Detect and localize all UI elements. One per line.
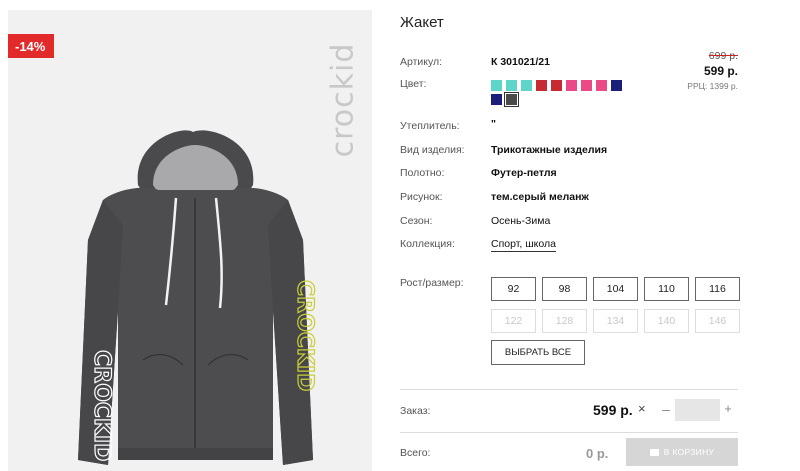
fabric-label: Полотно: [400, 167, 445, 179]
size-label: Рост/размер: [400, 277, 464, 289]
price-current: 599 р. [703, 64, 738, 78]
product-image: CROCKID CROCKID [78, 130, 318, 465]
collection-label: Коллекция: [400, 238, 455, 250]
order-label: Заказ: [400, 405, 431, 417]
price-rrc: РРЦ: 1399 р. [687, 81, 738, 91]
price-old: 699 р. [708, 50, 738, 62]
color-swatch[interactable] [611, 80, 622, 91]
color-swatch[interactable] [551, 80, 562, 91]
size-button[interactable]: 104 [593, 277, 638, 301]
add-to-cart-label: В КОРЗИНУ [663, 447, 715, 457]
order-amount: 599 р. [593, 402, 633, 418]
size-button-unavailable: 128 [542, 309, 587, 333]
pattern-label: Рисунок: [400, 191, 443, 203]
color-swatch[interactable] [504, 92, 519, 107]
type-value: Трикотажные изделия [491, 144, 608, 156]
product-image-panel[interactable]: -14% crockid CROCKID CROCKID [8, 10, 372, 471]
article-value: К 301021/21 [491, 56, 550, 68]
total-amount: 0 р. [586, 446, 609, 461]
fabric-value: Футер-петля [491, 167, 557, 179]
pattern-value: тем.серый меланж [491, 191, 589, 203]
size-button-unavailable: 122 [491, 309, 536, 333]
quantity-plus-button[interactable]: + [721, 398, 735, 420]
article-label: Артикул: [400, 56, 443, 68]
discount-badge: -14% [8, 34, 55, 58]
color-swatch[interactable] [536, 80, 547, 91]
color-swatch[interactable] [596, 80, 607, 91]
times-icon: × [638, 401, 646, 416]
color-swatch[interactable] [491, 80, 502, 91]
svg-text:CROCKID: CROCKID [292, 280, 317, 391]
divider [400, 432, 738, 433]
type-label: Вид изделия: [400, 144, 465, 156]
product-info: Жакет Артикул: К 301021/21 699 р. 599 р.… [400, 0, 800, 471]
size-button[interactable]: 110 [644, 277, 689, 301]
select-all-button[interactable]: ВЫБРАТЬ ВСЕ [491, 340, 585, 365]
total-label: Всего: [400, 447, 431, 459]
add-to-cart-button[interactable]: В КОРЗИНУ [626, 438, 738, 466]
color-swatch[interactable] [566, 80, 577, 91]
product-title: Жакет [400, 14, 444, 31]
color-swatches [491, 80, 631, 107]
quantity-minus-button[interactable]: – [659, 398, 673, 420]
insulation-label: Утеплитель: [400, 120, 460, 132]
color-swatch[interactable] [491, 94, 502, 105]
color-swatch[interactable] [581, 80, 592, 91]
svg-text:CROCKID: CROCKID [89, 350, 114, 461]
divider [400, 389, 738, 390]
color-swatch[interactable] [506, 80, 517, 91]
size-button[interactable]: 92 [491, 277, 536, 301]
size-button[interactable]: 116 [695, 277, 740, 301]
season-label: Сезон: [400, 215, 433, 227]
color-label: Цвет: [400, 78, 427, 90]
size-button[interactable]: 98 [542, 277, 587, 301]
size-button-unavailable: 140 [644, 309, 689, 333]
size-button-unavailable: 134 [593, 309, 638, 333]
quantity-input[interactable] [675, 399, 720, 421]
collection-link[interactable]: Спорт, школа [491, 238, 556, 252]
size-button-unavailable: 146 [695, 309, 740, 333]
season-value: Осень-Зима [491, 215, 551, 227]
size-grid: 92 98 104 110 116 122 128 134 140 146 [491, 277, 740, 333]
color-swatch[interactable] [521, 80, 532, 91]
insulation-value: " [491, 118, 496, 130]
cart-icon [649, 448, 659, 456]
